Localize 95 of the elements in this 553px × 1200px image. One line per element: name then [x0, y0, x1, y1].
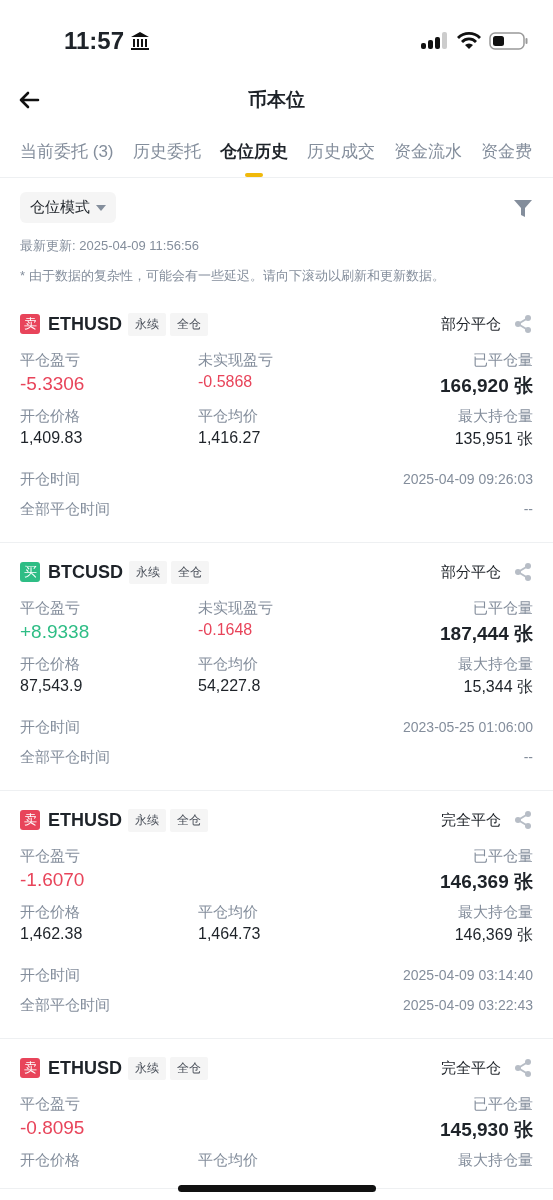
- symbol-label: BTCUSD: [48, 561, 123, 583]
- closed-quantity-value: 145,930 张: [440, 1118, 533, 1142]
- max-position-label: 最大持仓量: [458, 655, 533, 674]
- symbol-label: ETHUSD: [48, 809, 122, 831]
- pnl-value: -1.6070: [20, 869, 86, 891]
- open-price-value: 1,462.38: [20, 925, 84, 943]
- open-price-value: 87,543.9: [20, 677, 84, 695]
- time-label: 全部平仓时间: [20, 499, 110, 519]
- max-position-label: 最大持仓量: [458, 903, 533, 922]
- pnl-label: 平仓盈亏: [20, 351, 81, 370]
- unrealized-pnl-label: 未实现盈亏: [198, 351, 274, 370]
- share-icon[interactable]: [513, 314, 533, 334]
- average-close-price-label: 平仓均价: [198, 407, 259, 426]
- symbol-label: ETHUSD: [48, 1057, 122, 1079]
- page-title: 币本位: [248, 88, 305, 112]
- max-position-label: 最大持仓量: [458, 1151, 533, 1170]
- average-close-price-label: 平仓均价: [198, 903, 259, 922]
- tab[interactable]: 历史成交: [306, 132, 375, 177]
- max-position-value: 146,369 张: [454, 925, 533, 945]
- close-status: 部分平仓: [441, 314, 501, 334]
- closed-quantity-label: 已平仓量: [473, 1095, 533, 1114]
- caret-icon: [96, 204, 106, 211]
- pnl-value: +8.9338: [20, 621, 91, 643]
- close-status: 完全平仓: [441, 1058, 501, 1078]
- time-value: 2025-04-09 03:14:40: [403, 967, 533, 983]
- closed-quantity-label: 已平仓量: [473, 599, 533, 618]
- average-close-price-value: 1,416.27: [198, 429, 262, 447]
- closed-quantity-label: 已平仓量: [473, 847, 533, 866]
- pnl-label: 平仓盈亏: [20, 599, 81, 618]
- share-icon[interactable]: [513, 810, 533, 830]
- side-badge: 卖: [20, 314, 40, 334]
- time-label: 全部平仓时间: [20, 995, 110, 1015]
- side-badge: 卖: [20, 810, 40, 830]
- pnl-value: -0.8095: [20, 1117, 86, 1139]
- share-icon[interactable]: [513, 562, 533, 582]
- time-value: 2023-05-25 01:06:00: [403, 719, 533, 735]
- mode-dropdown[interactable]: 仓位模式: [20, 192, 116, 223]
- closed-quantity-value: 146,369 张: [440, 870, 533, 894]
- max-position-label: 最大持仓量: [458, 407, 533, 426]
- closed-quantity-label: 已平仓量: [473, 351, 533, 370]
- side-badge: 买: [20, 562, 40, 582]
- signal-icon: [421, 31, 449, 51]
- open-price-value: 1,409.83: [20, 429, 84, 447]
- tag: 全仓: [170, 1056, 208, 1080]
- time-label: 开仓时间: [20, 965, 80, 985]
- close-status: 部分平仓: [441, 562, 501, 582]
- pnl-value: -5.3306: [20, 373, 86, 395]
- tag: 全仓: [170, 808, 208, 832]
- pnl-label: 平仓盈亏: [20, 1095, 81, 1114]
- time-value: 2025-04-09 09:26:03: [403, 471, 533, 487]
- share-icon[interactable]: [513, 1058, 533, 1078]
- tab[interactable]: 历史委托: [132, 132, 201, 177]
- time-label: 开仓时间: [20, 469, 80, 489]
- average-close-price-value: 54,227.8: [198, 677, 262, 695]
- open-price-label: 开仓价格: [20, 903, 81, 922]
- unrealized-pnl-label: 未实现盈亏: [198, 599, 274, 618]
- time-value: 2025-04-09 03:22:43: [403, 997, 533, 1013]
- symbol-label: ETHUSD: [48, 313, 122, 335]
- status-time: 11:57: [64, 27, 125, 55]
- tab[interactable]: 当前委托 (3): [20, 132, 114, 177]
- closed-quantity-value: 166,920 张: [440, 374, 533, 398]
- time-value: --: [523, 749, 533, 765]
- unrealized-pnl-value: -0.1648: [198, 621, 254, 639]
- delay-notice: * 由于数据的复杂性，可能会有一些延迟。请向下滚动以刷新和更新数据。: [19, 267, 446, 285]
- battery-icon: [489, 31, 529, 51]
- average-close-price-label: 平仓均价: [198, 655, 259, 674]
- bank-icon: [130, 31, 151, 51]
- tab[interactable]: 资金流水: [393, 132, 462, 177]
- last-update-text: 最新更新: 2025-04-09 11:56:56: [19, 237, 200, 255]
- tag: 永续: [128, 1056, 166, 1080]
- tag: 永续: [129, 560, 167, 584]
- open-price-label: 开仓价格: [20, 1151, 81, 1170]
- open-price-label: 开仓价格: [20, 655, 81, 674]
- closed-quantity-value: 187,444 张: [440, 622, 533, 646]
- max-position-value: 135,951 张: [454, 429, 533, 449]
- filter-icon[interactable]: [513, 197, 533, 218]
- open-price-label: 开仓价格: [20, 407, 81, 426]
- pnl-label: 平仓盈亏: [20, 847, 81, 866]
- tag: 全仓: [170, 312, 208, 336]
- time-label: 开仓时间: [20, 717, 80, 737]
- average-close-price-value: 1,464.73: [198, 925, 262, 943]
- tab[interactable]: 资金费: [480, 132, 532, 177]
- unrealized-pnl-value: -0.5868: [198, 373, 254, 391]
- tag: 永续: [128, 808, 166, 832]
- average-close-price-label: 平仓均价: [198, 1151, 259, 1170]
- time-label: 全部平仓时间: [20, 747, 110, 767]
- side-badge: 卖: [20, 1058, 40, 1078]
- back-icon[interactable]: [18, 91, 40, 109]
- time-value: --: [523, 501, 533, 517]
- close-status: 完全平仓: [441, 810, 501, 830]
- tag: 永续: [128, 312, 166, 336]
- wifi-icon: [457, 32, 481, 50]
- tag: 全仓: [171, 560, 209, 584]
- max-position-value: 15,344 张: [463, 677, 533, 697]
- tab[interactable]: 仓位历史: [219, 132, 288, 177]
